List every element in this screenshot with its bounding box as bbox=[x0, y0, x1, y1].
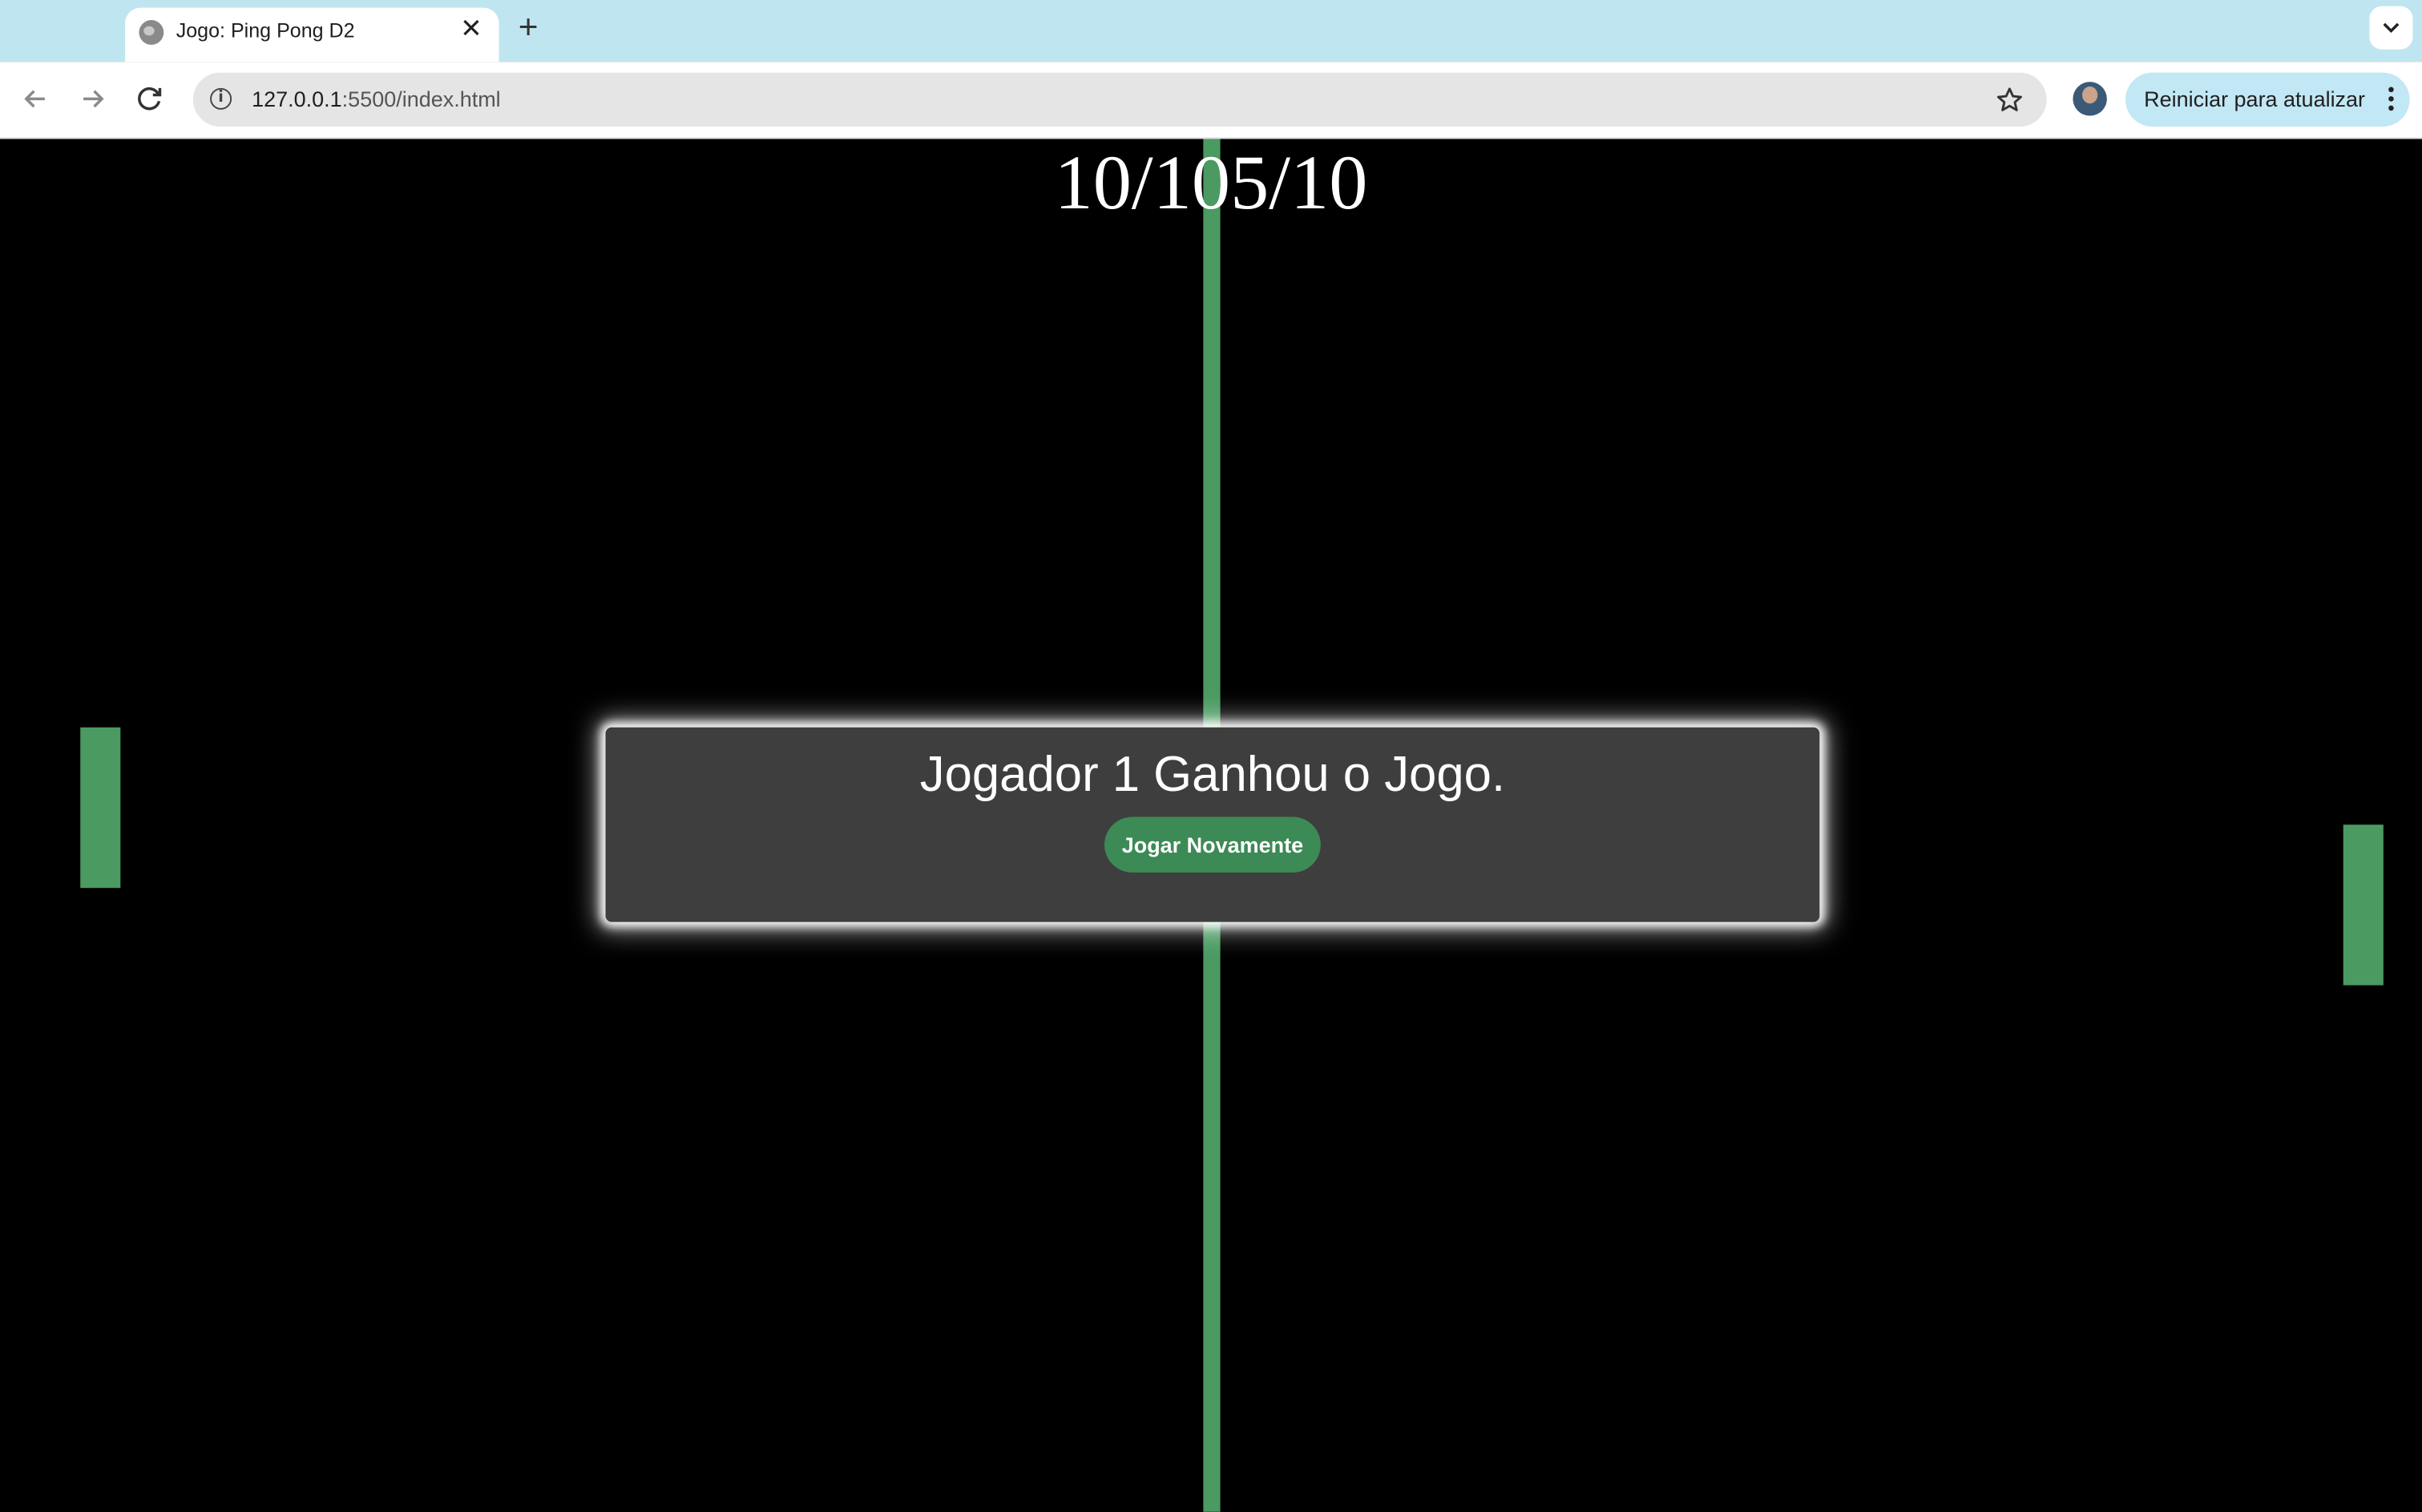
more-vert-icon[interactable] bbox=[2388, 85, 2395, 113]
tab-close-button[interactable]: ✕ bbox=[456, 14, 487, 45]
right-paddle bbox=[2343, 825, 2384, 986]
new-tab-button[interactable]: + bbox=[511, 9, 545, 46]
arrow-left-icon bbox=[24, 90, 45, 108]
info-icon[interactable]: i bbox=[210, 87, 232, 110]
url-text: 127.0.0.1:5500/index.html bbox=[252, 86, 501, 111]
winner-message: Jogador 1 Ganhou o Jogo. bbox=[919, 745, 1506, 802]
tab-title: Jogo: Ping Pong D2 bbox=[176, 18, 355, 42]
bookmark-star-button[interactable] bbox=[1994, 85, 2025, 116]
star-icon bbox=[1996, 87, 2022, 111]
profile-avatar[interactable] bbox=[2073, 82, 2107, 116]
globe-icon bbox=[139, 20, 164, 45]
forward-button[interactable] bbox=[75, 82, 109, 115]
back-button[interactable] bbox=[18, 82, 52, 115]
game-over-dialog: Jogador 1 Ganhou o Jogo. Jogar Novamente bbox=[605, 727, 1820, 922]
reload-button[interactable] bbox=[133, 82, 167, 115]
reload-icon bbox=[138, 87, 162, 111]
address-bar[interactable]: i 127.0.0.1:5500/index.html bbox=[192, 72, 2047, 127]
tab-strip: Jogo: Ping Pong D2 ✕ + bbox=[0, 0, 2422, 62]
restart-to-update-button[interactable]: Reiniciar para atualizar bbox=[2125, 72, 2410, 127]
play-again-button[interactable]: Jogar Novamente bbox=[1104, 816, 1321, 873]
tab-list-button[interactable] bbox=[2369, 6, 2413, 50]
browser-tab[interactable]: Jogo: Ping Pong D2 ✕ bbox=[125, 7, 499, 62]
browser-toolbar: i 127.0.0.1:5500/index.html bbox=[0, 62, 2422, 139]
game-canvas[interactable]: 10/105/10 Jogador 1 Ganhou o Jogo. Jogar… bbox=[0, 139, 2422, 1512]
score-display: 10/105/10 bbox=[1054, 139, 1368, 226]
chevron-down-icon bbox=[2383, 22, 2400, 33]
restart-to-update-label: Reiniciar para atualizar bbox=[2144, 86, 2366, 111]
arrow-right-icon bbox=[83, 90, 104, 108]
left-paddle bbox=[80, 727, 121, 889]
